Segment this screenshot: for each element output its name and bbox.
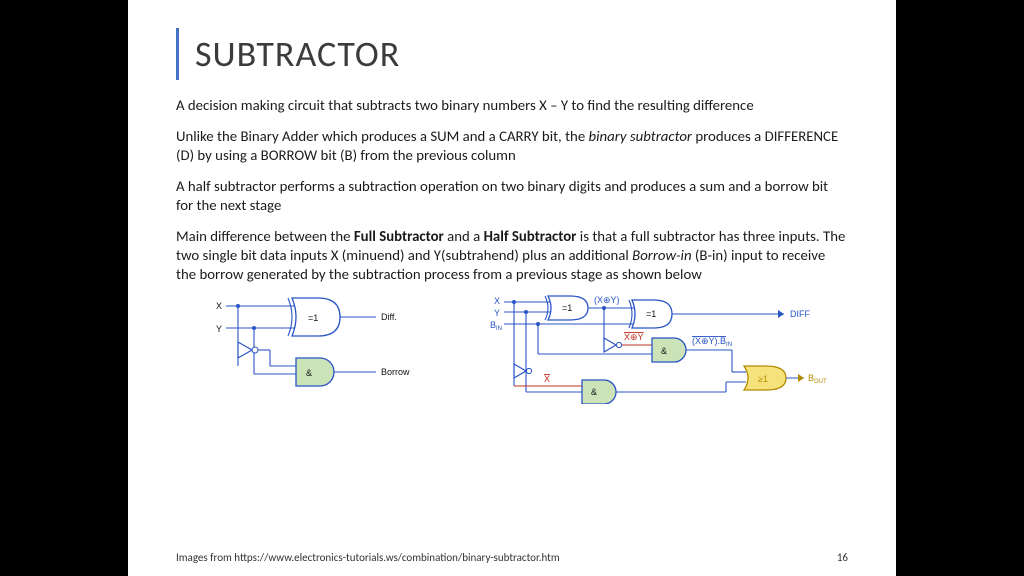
body-text: A decision making circuit that subtracts…	[176, 96, 848, 284]
gate-and1-label: &	[661, 346, 667, 356]
text-bold: Full Subtractor	[354, 227, 444, 245]
label-xbar: X	[544, 374, 550, 384]
paragraph-4: Main difference between the Full Subtrac…	[176, 227, 848, 284]
label-xbar-y: X⊕Y	[624, 332, 644, 342]
label-y: Y	[494, 308, 500, 318]
title-block: SUBTRACTOR	[176, 28, 848, 80]
gate-and2-label: &	[591, 387, 597, 397]
page-number: 16	[837, 551, 848, 564]
text-italic: binary subtractor	[589, 127, 692, 145]
text-bold: Half Subtractor	[484, 227, 577, 245]
label-prod: (X⊕Y).BIN	[692, 336, 732, 348]
text: Main difference between the	[176, 227, 354, 245]
full-subtractor-diagram: X Y BIN =1 (X⊕Y) =1	[484, 294, 844, 404]
label-y: Y	[216, 324, 222, 334]
text: Unlike the Binary Adder which produces a…	[176, 127, 589, 145]
footer-source: Images from https://www.electronics-tuto…	[176, 551, 560, 564]
half-subtractor-diagram: X Y =1 & Diff.	[176, 294, 456, 394]
label-x: X	[494, 296, 500, 306]
text: and a	[444, 227, 484, 245]
label-x: X	[216, 301, 222, 311]
label-diff: Diff.	[381, 312, 397, 322]
slide: SUBTRACTOR A decision making circuit tha…	[128, 0, 896, 576]
gate-xor-label: =1	[308, 313, 318, 323]
label-diff: DIFF	[790, 309, 810, 319]
label-bin: BIN	[490, 320, 502, 332]
paragraph-3: A half subtractor performs a subtraction…	[176, 177, 848, 215]
label-xy: (X⊕Y)	[594, 295, 620, 305]
gate-xor1-label: =1	[562, 303, 572, 313]
gate-or-label: ≥1	[758, 374, 768, 384]
paragraph-2: Unlike the Binary Adder which produces a…	[176, 127, 848, 165]
accent-bar	[176, 28, 179, 80]
paragraph-1: A decision making circuit that subtracts…	[176, 96, 848, 115]
gate-and-label: &	[306, 368, 312, 378]
diagram-row: X Y =1 & Diff.	[176, 294, 848, 404]
page-title: SUBTRACTOR	[195, 32, 400, 76]
footer: Images from https://www.electronics-tuto…	[176, 551, 848, 564]
label-bout: BOUT	[808, 373, 827, 385]
gate-xor2-label: =1	[646, 309, 656, 319]
label-borrow: Borrow	[381, 367, 410, 377]
text-italic: Borrow-in	[632, 246, 691, 264]
